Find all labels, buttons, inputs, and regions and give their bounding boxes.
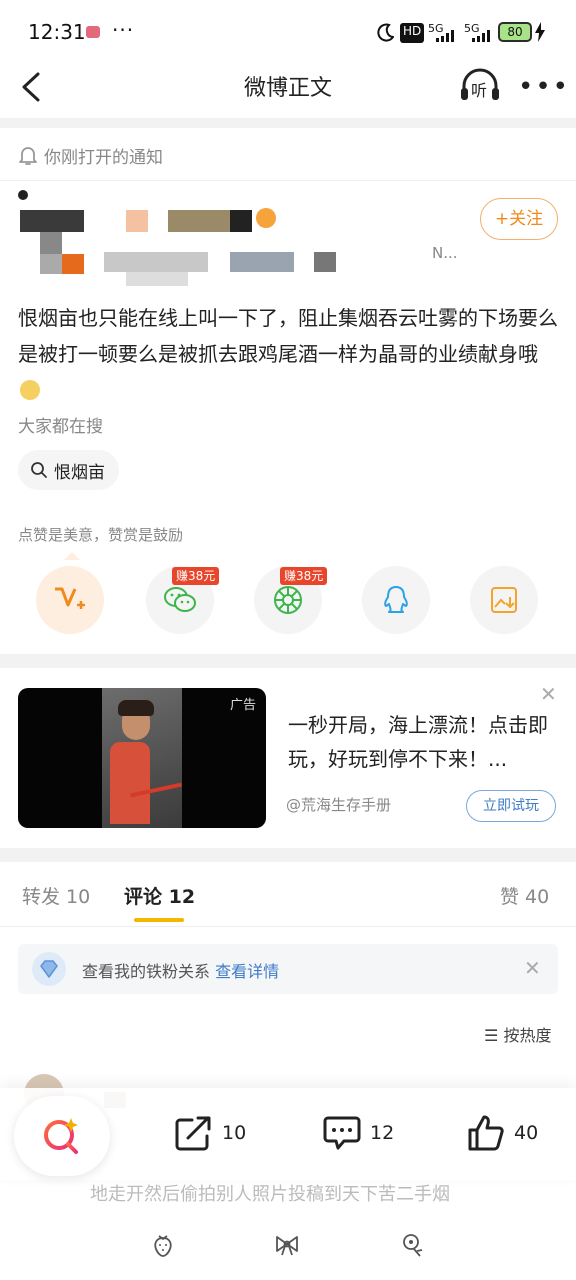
ad-video-thumbnail[interactable]: 广告 (18, 688, 266, 828)
fan-details-link[interactable]: 查看详情 (215, 962, 279, 981)
close-icon[interactable]: ✕ (524, 956, 541, 980)
reward-button[interactable] (36, 566, 104, 634)
app-notification-icon (86, 26, 100, 38)
ad-image (102, 688, 182, 828)
fan-relation-text: 查看我的铁粉关系 (82, 962, 211, 981)
divider (0, 118, 576, 128)
comment-preview-text: 地走开然后偷拍别人照片投稿到天下苦二手烟 (90, 1184, 450, 1205)
ad-label: 广告 (229, 698, 256, 713)
wechat-icon (164, 587, 196, 612)
author-name-blur (20, 210, 84, 232)
earn-tag: 赚38元 (172, 567, 220, 585)
signal-bars-icon-2 (472, 30, 490, 42)
divider (0, 926, 576, 927)
follow-button[interactable]: +关注 (480, 198, 558, 240)
comment-icon (323, 1116, 361, 1150)
repost-count: 10 (222, 1122, 247, 1144)
tab-comment[interactable]: 评论 12 (124, 882, 195, 909)
signal-bars-icon (436, 30, 454, 42)
bow-icon[interactable] (274, 1232, 300, 1258)
battery-icon: 80 (498, 22, 532, 42)
search-icon (31, 462, 47, 478)
charging-icon (535, 22, 545, 42)
share-qq-button[interactable] (362, 566, 430, 634)
sort-by-hot[interactable]: ☰ 按热度 (484, 1022, 551, 1046)
v-plus-icon (55, 587, 85, 609)
tab-indicator (134, 918, 184, 922)
hd-icon: HD (400, 23, 425, 43)
diamond-icon (32, 952, 66, 986)
badge-icon (256, 208, 276, 228)
strawberry-icon[interactable] (150, 1232, 176, 1258)
comment-count: 12 (370, 1122, 395, 1144)
more-icon[interactable]: ••• (518, 72, 570, 102)
author-meta-truncated: N... (432, 244, 458, 262)
ad-try-button[interactable]: 立即试玩 (466, 790, 556, 822)
trending-label: 大家都在搜 (18, 417, 103, 437)
emoji-icon (20, 380, 40, 400)
listen-label: 听 (471, 81, 488, 100)
reward-hint: 点赞是美意，赞赏是鼓励 (18, 526, 184, 544)
divider (0, 848, 576, 862)
sort-label: 按热度 (503, 1026, 552, 1045)
post-text: 恨烟亩也只能在线上叫一下了，阻止集烟吞云吐雾的下场要么是被打一顿要么是被抓去跟鸡… (18, 300, 558, 408)
tab-repost[interactable]: 转发 10 (22, 882, 90, 909)
trending-keyword: 恨烟亩 (54, 462, 105, 483)
trending-search-chip[interactable]: 恨烟亩 (18, 450, 119, 490)
ad-title[interactable]: 一秒开局，海上漂流！点击即玩，好玩到停不下来！... (288, 708, 554, 776)
share-icon (175, 1116, 211, 1151)
ai-search-icon (44, 1118, 78, 1154)
repost-button[interactable]: 10 (174, 1114, 246, 1152)
status-more-icon: ··· (112, 18, 135, 42)
moon-icon (377, 23, 394, 42)
ad-source[interactable]: @荒海生存手册 (286, 794, 391, 815)
flower-icon[interactable] (400, 1232, 426, 1258)
tab-like[interactable]: 赞 40 (500, 882, 549, 909)
image-download-icon (491, 587, 517, 613)
sort-icon: ☰ (484, 1026, 499, 1045)
like-button[interactable]: 40 (466, 1114, 538, 1152)
moments-icon (274, 586, 302, 614)
divider (0, 654, 576, 668)
like-count: 40 (514, 1122, 539, 1144)
qq-icon (384, 586, 408, 613)
thumbs-up-icon (468, 1115, 504, 1151)
earn-tag: 赚38元 (280, 567, 328, 585)
save-image-button[interactable] (470, 566, 538, 634)
divider (0, 180, 576, 181)
status-time: 12:31 (28, 20, 86, 44)
listen-button[interactable]: 听 (460, 68, 500, 104)
close-icon[interactable]: ✕ (540, 682, 557, 706)
comment-button[interactable]: 12 (322, 1114, 394, 1152)
bell-icon (19, 147, 37, 165)
notification-row[interactable]: 你刚打开的通知 (18, 140, 163, 170)
ai-search-button[interactable] (14, 1096, 110, 1176)
avatar (18, 190, 28, 200)
notification-text: 你刚打开的通知 (44, 147, 163, 168)
